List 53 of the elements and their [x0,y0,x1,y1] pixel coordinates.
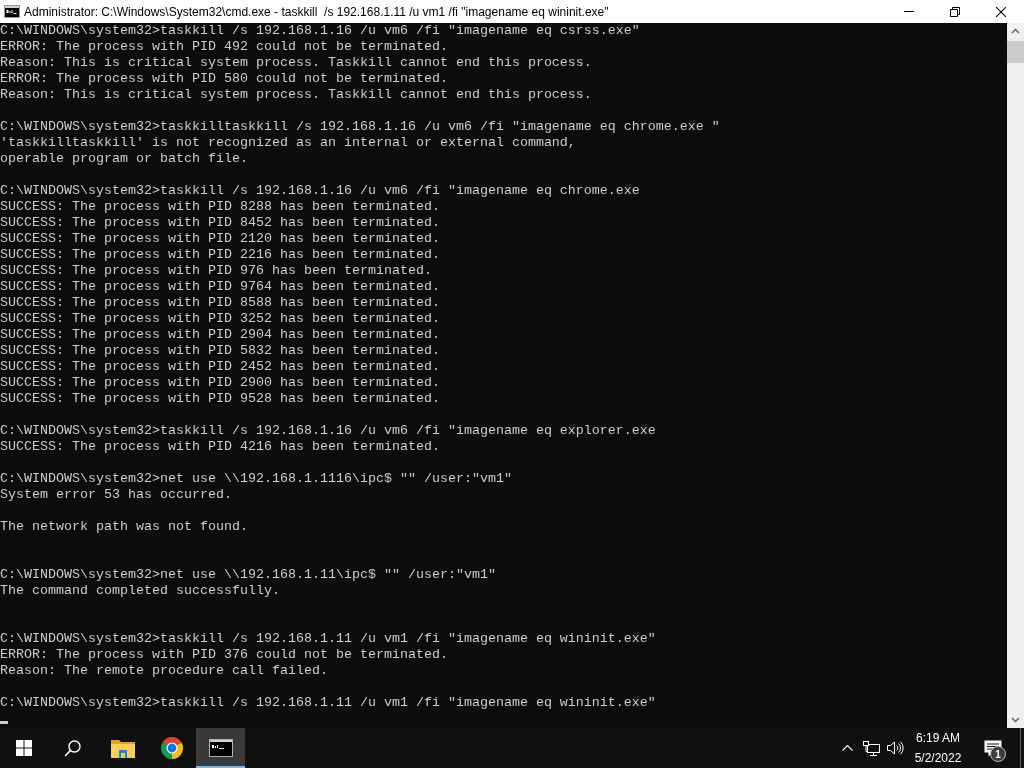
terminal-icon [4,5,20,18]
windows-logo-icon [16,740,32,756]
text-cursor [0,721,8,724]
console-line: SUCCESS: The process with PID 4216 has been terminated. [0,439,440,455]
speaker-icon [886,741,904,755]
restore-icon [950,6,960,17]
folder-icon [110,738,135,758]
console-line: SUCCESS: The process with PID 2452 has been terminated. [0,359,440,375]
console-line: C:\WINDOWS\system32>net use \\192.168.1.11\ipc$ "" /user:"vm1" [0,567,496,583]
console-line: ERROR: The process with PID 580 could not be terminated. [0,71,448,87]
console-line: SUCCESS: The process with PID 976 has been terminated. [0,263,432,279]
search-icon [63,739,81,757]
console-line: SUCCESS: The process with PID 2904 has been terminated. [0,327,440,343]
notification-badge: 1 [990,746,1006,762]
console-line: SUCCESS: The process with PID 2900 has been terminated. [0,375,440,391]
console-line: C:\WINDOWS\system32>taskkill /s 192.168.1.16 /u vm6 /fi "imagename eq explorer.exe [0,423,656,439]
console-line: C:\WINDOWS\system32>taskkill /s 192.168.1.11 /u vm1 /fi "imagename eq wininit.exe" [0,631,656,647]
console-line: SUCCESS: The process with PID 3252 has been terminated. [0,311,440,327]
taskbar-app-button[interactable] [196,728,245,768]
console-line: SUCCESS: The process with PID 5832 has been terminated. [0,343,440,359]
console-line: SUCCESS: The process with PID 8588 has been terminated. [0,295,440,311]
console-line: The command completed successfully. [0,583,280,599]
window-title: Administrator: C:\Windows\System32\cmd.exe - taskkill /s 192.168.1.11 /u vm1 /fi "imagename eq wininit.exe" [24,4,609,19]
browser-icon [159,736,184,760]
console-line: Reason: This is critical system process. Taskkill cannot end this process. [0,55,592,71]
console-line: C:\WINDOWS\system32>taskkill /s 192.168.1.16 /u vm6 /fi "imagename eq csrss.exe" [0,23,640,39]
minimize-icon [904,11,914,12]
scroll-thumb[interactable] [1007,41,1024,63]
console-line: SUCCESS: The process with PID 8452 has been terminated. [0,215,440,231]
console-line: operable program or batch file. [0,151,248,167]
console-line: ERROR: The process with PID 492 could not be terminated. [0,39,448,55]
notification-button[interactable]: 1 [969,728,1016,768]
scrollbar[interactable] [1007,23,1024,728]
console-line: SUCCESS: The process with PID 9764 has been terminated. [0,279,440,295]
console-line: 'taskkilltaskkill' is not recognized as an internal or external command, [0,135,576,151]
console-line: The network path was not found. [0,519,248,535]
console-line: Reason: This is critical system process. Taskkill cannot end this process. [0,87,592,103]
console-line: SUCCESS: The process with PID 9528 has been terminated. [0,391,440,407]
console-line: C:\WINDOWS\system32>taskkill /s 192.168.1.16 /u vm6 /fi "imagename eq chrome.exe [0,183,640,199]
caret-up-icon [841,745,853,751]
network-icon [862,740,880,756]
console-line: C:\WINDOWS\system32>taskkilltaskkill /s 192.168.1.16 /u vm6 /fi "imagename eq chrome.exe " [0,119,720,135]
console-line: C:\WINDOWS\system32>taskkill /s 192.168.1.11 /u vm1 /fi "imagename eq wininit.exe" [0,695,656,711]
close-icon [996,6,1006,17]
clock-button[interactable]: 6:19 AM 5/2/2022 [907,728,969,768]
console-line: ERROR: The process with PID 376 could not be terminated. [0,647,448,663]
console-line: Reason: The remote procedure call failed. [0,663,328,679]
console-line: SUCCESS: The process with PID 2120 has been terminated. [0,231,440,247]
console-line: SUCCESS: The process with PID 2216 has been terminated. [0,247,440,263]
terminal-icon [208,739,233,757]
console-line: System error 53 has occurred. [0,487,232,503]
console-line: C:\WINDOWS\system32>net use \\192.168.1.1116\ipc$ "" /user:"vm1" [0,471,512,487]
console-line: SUCCESS: The process with PID 8288 has been terminated. [0,199,440,215]
